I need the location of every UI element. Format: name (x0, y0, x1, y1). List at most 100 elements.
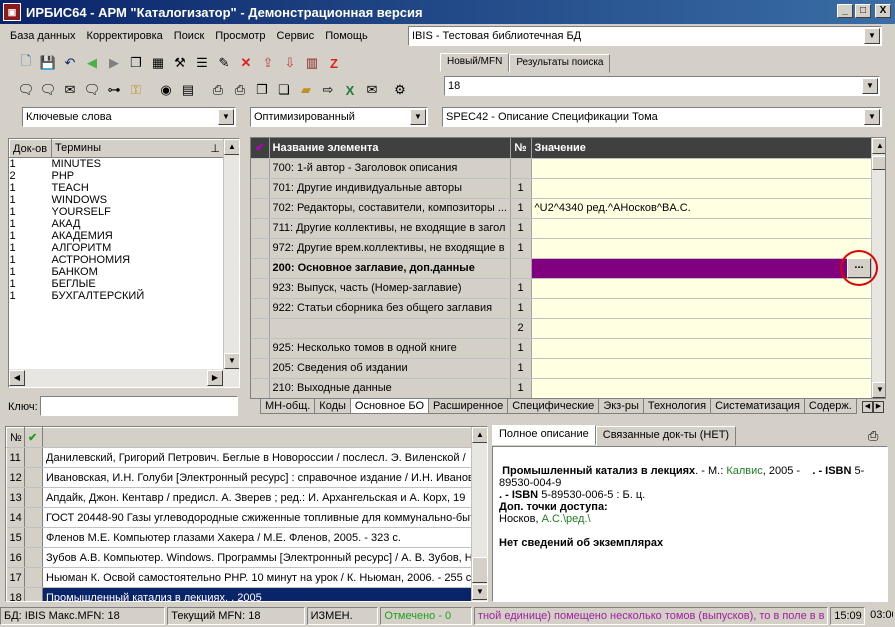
record-check[interactable] (24, 507, 43, 528)
copy-icon[interactable]: ❐ (126, 53, 146, 73)
worksheet-tab[interactable]: МН-общ. (260, 399, 316, 414)
menu-edit[interactable]: Корректировка (87, 30, 163, 42)
settings-icon[interactable]: ⚙ (390, 80, 410, 100)
grid-cell-value[interactable]: ^U2^4340 ред.^AНосков^BА.С. (531, 198, 872, 219)
grid-row[interactable]: 702: Редакторы, составители, композиторы… (251, 198, 872, 219)
grid-row[interactable]: 2 (251, 318, 872, 339)
scroll-right-icon[interactable]: ▶ (207, 370, 223, 386)
record-row[interactable]: 13 Апдайк, Джон. Кентавр / предисл. А. Зв… (6, 487, 472, 508)
record-row[interactable]: 14 ГОСТ 20448-90 Газы углеводородные сжиж… (6, 507, 472, 528)
chevron-down-icon[interactable]: ▼ (862, 78, 878, 94)
list-icon[interactable]: ☰ (192, 53, 212, 73)
folder2-icon[interactable]: ▰ (296, 80, 316, 100)
save-icon[interactable]: 💾 (38, 53, 58, 73)
grid-cell-value[interactable] (531, 178, 872, 199)
copy2-icon[interactable]: ❐ (252, 80, 272, 100)
record-row[interactable]: 17 Ньюман К. Освой самостоятельно PHP. 10… (6, 567, 472, 588)
scroll-down-icon[interactable]: ▼ (224, 353, 239, 369)
tab-new-mfn[interactable]: Новый/MFN (440, 53, 510, 72)
grid-scroll-thumb[interactable] (872, 156, 885, 170)
menu-view[interactable]: Просмотр (215, 30, 265, 42)
term-row[interactable]: 1 БАНКОМ (10, 266, 224, 278)
record-check[interactable] (24, 467, 43, 488)
grid-row[interactable]: 205: Сведения об издании 1 (251, 358, 872, 379)
menu-service[interactable]: Сервис (277, 30, 315, 42)
record-row[interactable]: 12 Ивановская, И.Н. Голуби [Электронный р… (6, 467, 472, 488)
print2-icon[interactable]: ⎙ (230, 80, 250, 100)
worksheet-tab[interactable]: Экз-ры (598, 399, 644, 414)
chevron-down-icon[interactable]: ▼ (410, 109, 426, 125)
record-row[interactable]: 18 Промышленный катализ в лекциях. , 2005 (6, 587, 472, 601)
mfn-select[interactable]: 18 ▼ (444, 76, 880, 96)
term-row[interactable]: 1 YOURSELF (10, 206, 224, 218)
tab-scroll-right-icon[interactable]: ▶ (873, 401, 884, 413)
menu-help[interactable]: Помощь (325, 30, 368, 42)
records-vscroll[interactable]: ▲ ▼ (471, 427, 487, 601)
record-check[interactable] (24, 567, 43, 588)
term-row[interactable]: 1 АКАДЕМИЯ (10, 230, 224, 242)
grid-cell-value[interactable] (531, 318, 872, 339)
term-row[interactable]: 1 АКАД (10, 218, 224, 230)
tools-icon[interactable]: ⚒ (170, 53, 190, 73)
chevron-down-icon[interactable]: ▼ (864, 28, 880, 44)
grid-row[interactable]: 711: Другие коллективы, не входящие в за… (251, 218, 872, 239)
grid-cell-value[interactable] (531, 358, 872, 379)
grid-row[interactable]: 923: Выпуск, часть (Номер-заглавие) 1 (251, 278, 872, 299)
terms-header-docs[interactable]: Док-ов (9, 139, 52, 158)
record-check[interactable] (24, 527, 43, 548)
terms-hscroll[interactable]: ◀ ▶ (9, 369, 239, 387)
record-row[interactable]: 11 Данилевский, Григорий Петрович. Беглые… (6, 447, 472, 468)
record-check[interactable] (24, 547, 43, 568)
tab-scroll-left-icon[interactable]: ◀ (862, 401, 873, 413)
grid-row[interactable]: 701: Другие индивидуальные авторы 1 (251, 178, 872, 199)
terms-vscroll[interactable]: ▲ ▼ (223, 139, 239, 369)
tab-linked-docs[interactable]: Связанные док-ты (НЕТ) (595, 426, 737, 446)
comment2-icon[interactable]: 🗨 (38, 80, 58, 100)
records-header-no[interactable]: № (6, 427, 25, 448)
chevron-down-icon[interactable]: ▼ (864, 109, 880, 125)
view-icon[interactable]: ◉ (156, 80, 176, 100)
grid-cell-value[interactable] (531, 258, 872, 279)
grid-cell-value[interactable] (531, 338, 872, 359)
record-check[interactable] (24, 487, 43, 508)
grid-cell-value[interactable] (531, 378, 872, 398)
scroll-up-icon[interactable]: ▲ (224, 139, 239, 155)
new-doc-icon[interactable]: 🗋 (16, 53, 36, 73)
search-mode-select[interactable]: Ключевые слова ▼ (22, 107, 236, 127)
print-icon[interactable]: ⎙ (868, 428, 878, 444)
term-row[interactable]: 1 БУХГАЛТЕРСКИЙ (10, 290, 224, 302)
term-row[interactable]: 1 TEACH (10, 182, 224, 194)
mail-icon[interactable]: ✉ (60, 80, 80, 100)
export-icon[interactable]: ⇪ (258, 53, 278, 73)
close-button[interactable]: X (875, 4, 891, 18)
key-icon[interactable]: ⚿ (126, 80, 146, 100)
record-check[interactable] (24, 587, 43, 601)
z-icon[interactable]: Z (324, 53, 344, 73)
term-row[interactable]: 1 АЛГОРИТМ (10, 242, 224, 254)
record-row[interactable]: 15 Фленов М.Е. Компьютер глазами Хакера /… (6, 527, 472, 548)
tab-full-description[interactable]: Полное описание (492, 425, 596, 445)
key-input[interactable] (40, 396, 238, 416)
minimize-button[interactable]: _ (837, 4, 853, 18)
term-row[interactable]: 1 АСТРОНОМИЯ (10, 254, 224, 266)
records-scroll-thumb[interactable] (472, 557, 487, 583)
publisher-link[interactable]: Калвис (726, 465, 762, 477)
record-check[interactable] (24, 447, 43, 468)
table-icon[interactable]: ▦ (148, 53, 168, 73)
menu-search[interactable]: Поиск (174, 30, 204, 42)
tab-search-results[interactable]: Результаты поиска (509, 54, 611, 73)
grid-row[interactable]: 200: Основное заглавие, доп.данные (251, 258, 872, 279)
grid-row[interactable]: 925: Несколько томов в одной книге 1 (251, 338, 872, 359)
database-select[interactable]: IBIS - Тестовая библиотечная БД ▼ (408, 26, 882, 46)
grid-row[interactable]: 922: Статьи сборника без общего заглавия… (251, 298, 872, 319)
scroll-down-icon[interactable]: ▼ (472, 584, 487, 600)
worksheet-tab[interactable]: Технология (642, 399, 712, 414)
worksheet-tab[interactable]: Коды (314, 399, 351, 414)
term-row[interactable]: 1 MINUTES (10, 158, 224, 170)
comment-icon[interactable]: 🗨 (16, 80, 36, 100)
grid-row[interactable]: 972: Другие врем.коллективы, не входящие… (251, 238, 872, 259)
pin-icon[interactable]: ⊥ (210, 142, 220, 155)
print-icon[interactable]: ⎙ (208, 80, 228, 100)
term-row[interactable]: 2 PHP (10, 170, 224, 182)
grid-row[interactable]: 210: Выходные данные 1 (251, 378, 872, 398)
